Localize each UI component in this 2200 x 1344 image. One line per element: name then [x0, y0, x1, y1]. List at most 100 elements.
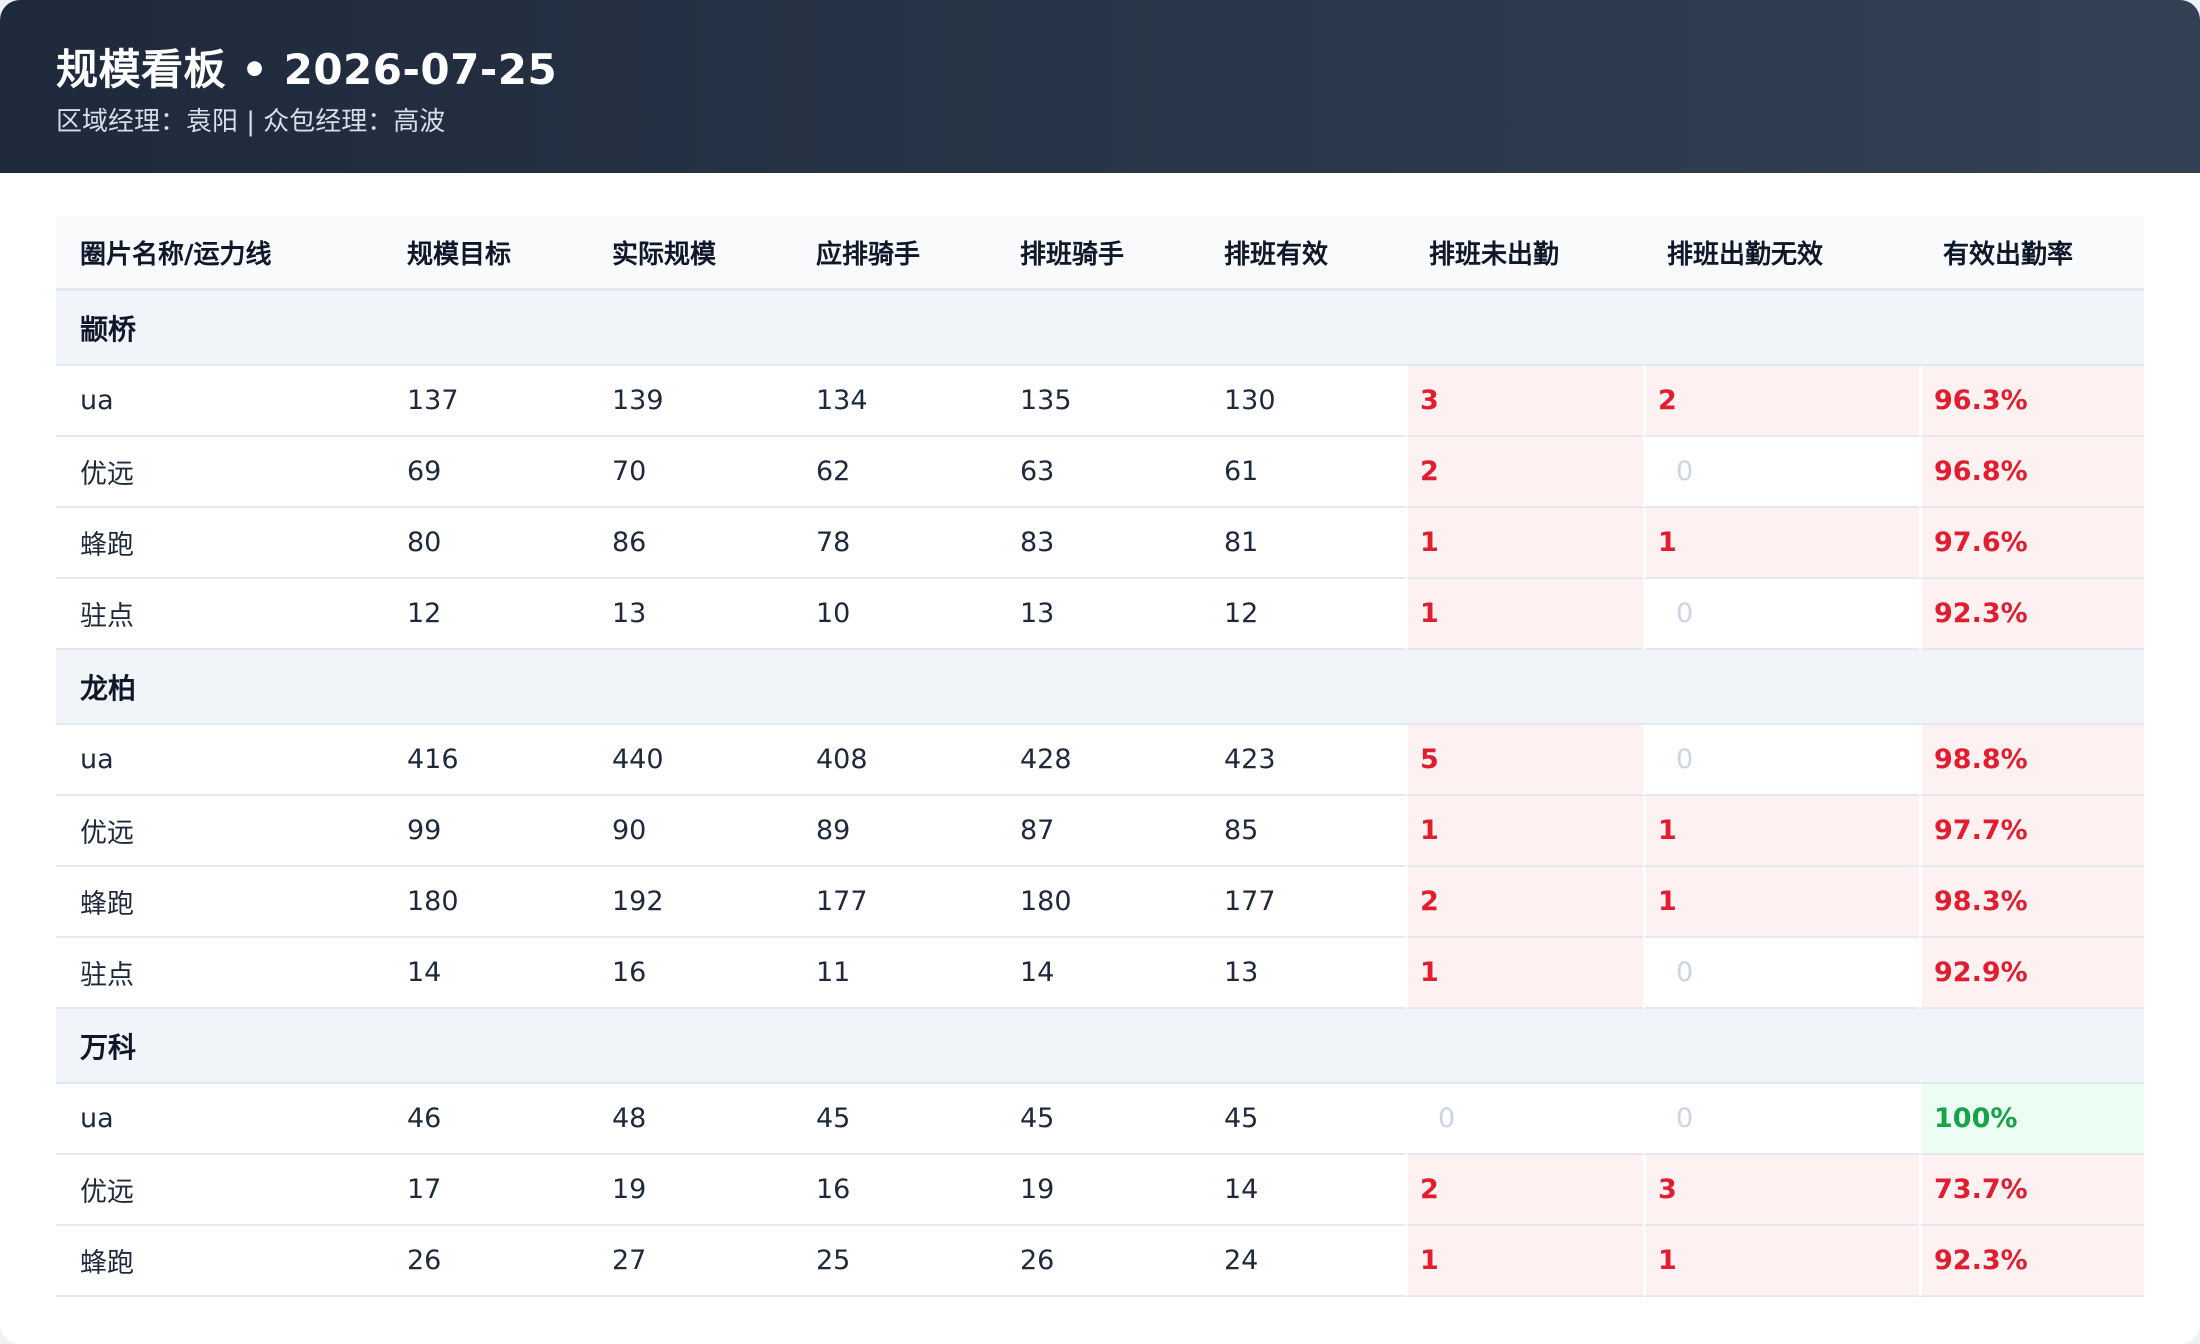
table-row[interactable]: 驻点 14 16 11 14 13 1 0 92.9%	[56, 938, 2144, 1009]
cell-rate: 100%	[1919, 1084, 2144, 1155]
cell-actual: 13	[588, 579, 792, 650]
column-header[interactable]: 排班出勤无效	[1643, 216, 1919, 291]
cell-invalid: 0	[1643, 1084, 1919, 1155]
cell-valid: 14	[1200, 1155, 1405, 1226]
cell-scheduled: 14	[996, 938, 1200, 1009]
cell-should: 89	[792, 796, 996, 867]
cell-invalid: 2	[1643, 366, 1919, 437]
cell-valid: 423	[1200, 725, 1405, 796]
cell-name: ua	[56, 1084, 383, 1155]
cell-rate: 92.9%	[1919, 938, 2144, 1009]
column-header[interactable]: 应排骑手	[792, 216, 996, 291]
cell-invalid: 1	[1643, 1226, 1919, 1297]
cell-rate: 97.6%	[1919, 508, 2144, 579]
column-header[interactable]: 规模目标	[383, 216, 588, 291]
table-row[interactable]: 蜂跑 80 86 78 83 81 1 1 97.6%	[56, 508, 2144, 579]
cell-invalid: 3	[1643, 1155, 1919, 1226]
cell-valid: 61	[1200, 437, 1405, 508]
cell-should: 134	[792, 366, 996, 437]
cell-scheduled: 26	[996, 1226, 1200, 1297]
cell-rate: 73.7%	[1919, 1155, 2144, 1226]
cell-name: 优远	[56, 1155, 383, 1226]
cell-absent: 2	[1405, 867, 1643, 938]
group-name: 龙柏	[56, 650, 2144, 725]
table-row[interactable]: ua 416 440 408 428 423 5 0 98.8%	[56, 725, 2144, 796]
group-name: 颛桥	[56, 291, 2144, 366]
cell-invalid: 0	[1643, 437, 1919, 508]
column-header[interactable]: 排班有效	[1200, 216, 1405, 291]
group-row: 颛桥	[56, 291, 2144, 366]
cell-absent-value: 0	[1438, 1103, 1456, 1134]
cell-absent: 2	[1405, 1155, 1643, 1226]
cell-valid: 85	[1200, 796, 1405, 867]
cell-target: 180	[383, 867, 588, 938]
cell-target: 137	[383, 366, 588, 437]
column-header[interactable]: 实际规模	[588, 216, 792, 291]
cell-invalid: 0	[1643, 579, 1919, 650]
group-name: 万科	[56, 1009, 2144, 1084]
cell-rate: 96.3%	[1919, 366, 2144, 437]
cell-target: 17	[383, 1155, 588, 1226]
table-row[interactable]: ua 46 48 45 45 45 0 0 100%	[56, 1084, 2144, 1155]
cell-actual: 27	[588, 1226, 792, 1297]
cell-absent: 5	[1405, 725, 1643, 796]
cell-invalid-value: 0	[1676, 744, 1694, 775]
cell-absent: 1	[1405, 1226, 1643, 1297]
cell-should: 177	[792, 867, 996, 938]
cell-should: 16	[792, 1155, 996, 1226]
cell-invalid: 1	[1643, 508, 1919, 579]
cell-name: 驻点	[56, 579, 383, 650]
table-row[interactable]: 蜂跑 26 27 25 26 24 1 1 92.3%	[56, 1226, 2144, 1297]
table-row[interactable]: 优远 69 70 62 63 61 2 0 96.8%	[56, 437, 2144, 508]
table-row[interactable]: 驻点 12 13 10 13 12 1 0 92.3%	[56, 579, 2144, 650]
cell-invalid-value: 0	[1676, 957, 1694, 988]
scale-table: 圈片名称/运力线 规模目标 实际规模 应排骑手 排班骑手 排班有效 排班未出勤 排班出勤无效有…	[56, 216, 2144, 1297]
cell-target: 80	[383, 508, 588, 579]
column-header[interactable]: 排班骑手	[996, 216, 1200, 291]
cell-absent: 3	[1405, 366, 1643, 437]
column-header[interactable]: 排班未出勤	[1405, 216, 1643, 291]
cell-valid: 12	[1200, 579, 1405, 650]
table-row[interactable]: ua 137 139 134 135 130 3 2 96.3%	[56, 366, 2144, 437]
cell-should: 25	[792, 1226, 996, 1297]
cell-invalid: 1	[1643, 796, 1919, 867]
cell-rate: 96.8%	[1919, 437, 2144, 508]
cell-valid: 13	[1200, 938, 1405, 1009]
cell-target: 416	[383, 725, 588, 796]
cell-should: 45	[792, 1084, 996, 1155]
page-title: 规模看板 • 2026-07-25	[56, 45, 558, 94]
cell-absent: 1	[1405, 579, 1643, 650]
page-subtitle: 区域经理：袁阳 | 众包经理：高波	[56, 107, 446, 137]
cell-actual: 19	[588, 1155, 792, 1226]
cell-name: ua	[56, 725, 383, 796]
column-header[interactable]: 有效出勤率	[1919, 216, 2144, 291]
cell-invalid-value: 0	[1676, 1103, 1694, 1134]
cell-actual: 48	[588, 1084, 792, 1155]
cell-scheduled: 13	[996, 579, 1200, 650]
cell-target: 69	[383, 437, 588, 508]
column-header[interactable]: 圈片名称/运力线	[56, 216, 383, 291]
group-row: 万科	[56, 1009, 2144, 1084]
cell-target: 14	[383, 938, 588, 1009]
cell-name: 驻点	[56, 938, 383, 1009]
cell-invalid: 0	[1643, 938, 1919, 1009]
cell-valid: 130	[1200, 366, 1405, 437]
cell-scheduled: 63	[996, 437, 1200, 508]
cell-scheduled: 180	[996, 867, 1200, 938]
cell-should: 11	[792, 938, 996, 1009]
table-body: 颛桥 ua 137 139 134 135 130 3 2 96.3% 优远 69 70 62 63 61 2 0…	[56, 291, 2144, 1297]
cell-scheduled: 45	[996, 1084, 1200, 1155]
cell-valid: 45	[1200, 1084, 1405, 1155]
cell-absent: 1	[1405, 938, 1643, 1009]
cell-invalid-value: 0	[1676, 456, 1694, 487]
cell-invalid: 1	[1643, 867, 1919, 938]
cell-actual: 70	[588, 437, 792, 508]
table-row[interactable]: 优远 17 19 16 19 14 2 3 73.7%	[56, 1155, 2144, 1226]
table-row[interactable]: 蜂跑 180 192 177 180 177 2 1 98.3%	[56, 867, 2144, 938]
cell-valid: 81	[1200, 508, 1405, 579]
cell-should: 78	[792, 508, 996, 579]
cell-name: 蜂跑	[56, 1226, 383, 1297]
dashboard-card: 规模看板 • 2026-07-25 区域经理：袁阳 | 众包经理：高波 圈片名称…	[0, 0, 2200, 1344]
cell-name: 蜂跑	[56, 508, 383, 579]
table-row[interactable]: 优远 99 90 89 87 85 1 1 97.7%	[56, 796, 2144, 867]
